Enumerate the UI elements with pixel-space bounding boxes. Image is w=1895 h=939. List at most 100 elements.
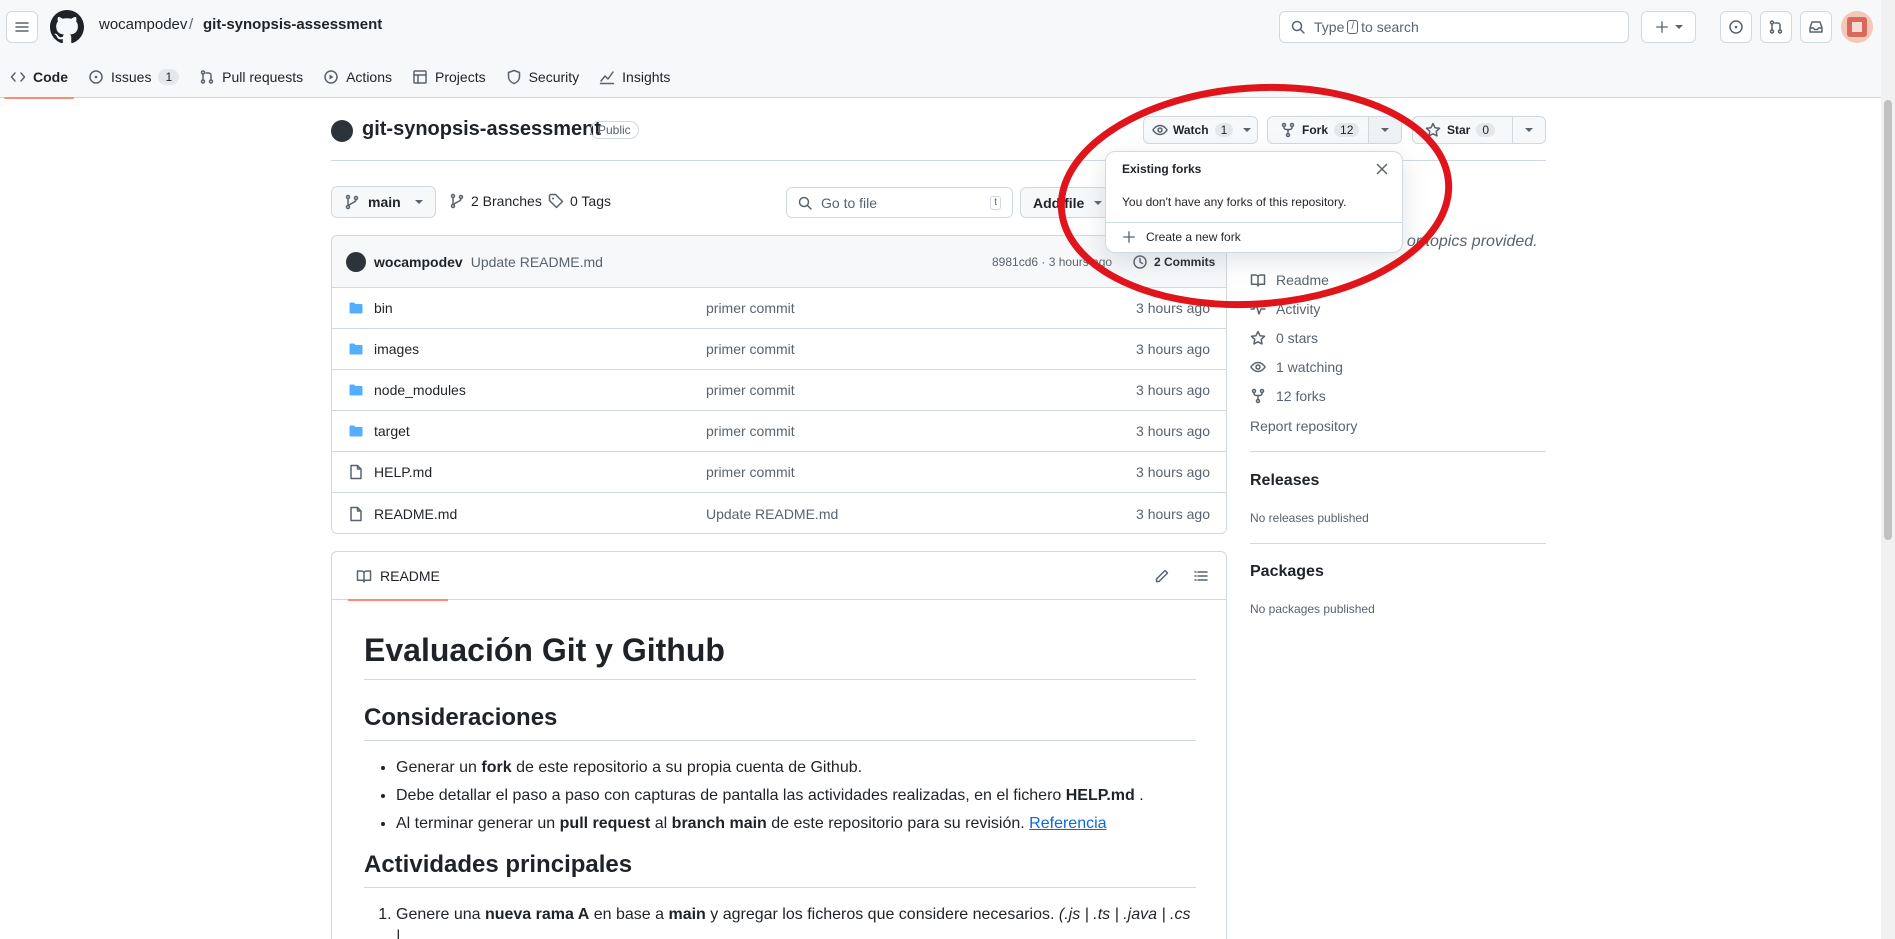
avatar[interactable] <box>1841 11 1873 43</box>
file-commit-message[interactable]: primer commit <box>706 300 795 316</box>
go-to-file-placeholder: Go to file <box>821 194 878 211</box>
tab-security-label: Security <box>528 69 580 85</box>
report-repository-link[interactable]: Report repository <box>1250 418 1357 434</box>
star-button[interactable]: Star 0 <box>1412 116 1513 144</box>
file-commit-message[interactable]: primer commit <box>706 382 795 398</box>
branches-link[interactable]: 2 Branches <box>449 193 542 209</box>
table-row[interactable]: images primer commit 3 hours ago <box>332 329 1226 370</box>
file-commit-date: 3 hours ago <box>1136 300 1210 316</box>
watch-button[interactable]: Watch 1 <box>1143 116 1258 144</box>
tab-actions-label: Actions <box>346 69 393 85</box>
add-file-button[interactable]: Add file <box>1020 187 1110 218</box>
search-icon <box>798 196 812 210</box>
search-input[interactable]: Type / to search <box>1279 11 1629 43</box>
caret-down-icon <box>1525 128 1533 132</box>
pull-request-icon <box>1769 20 1783 34</box>
commits-link[interactable]: 2 Commits <box>1132 254 1215 270</box>
outline-list-icon[interactable] <box>1193 568 1209 584</box>
star-count: 0 <box>1476 123 1496 137</box>
branch-icon <box>450 193 464 209</box>
file-icon <box>350 506 362 521</box>
dropdown-title: Existing forks <box>1122 162 1202 176</box>
referencia-link[interactable]: Referencia <box>1029 815 1106 832</box>
pencil-icon[interactable] <box>1154 568 1170 584</box>
file-name[interactable]: node_modules <box>374 382 466 398</box>
issues-count-badge: 1 <box>158 69 180 85</box>
branch-icon <box>345 194 359 210</box>
tab-issues[interactable]: Issues 1 <box>78 56 189 98</box>
menu-button[interactable] <box>6 11 38 43</box>
scrollbar-thumb[interactable] <box>1884 100 1892 540</box>
releases-heading[interactable]: Releases <box>1250 472 1319 490</box>
commit-hash-time[interactable]: 8981cd6 · 3 hours ago <box>992 255 1112 269</box>
issues-button[interactable] <box>1720 11 1752 43</box>
file-commit-message[interactable]: primer commit <box>706 464 795 480</box>
pull-request-icon <box>200 70 214 84</box>
pull-requests-button[interactable] <box>1760 11 1792 43</box>
caret-down-icon <box>1094 200 1103 205</box>
file-commit-date: 3 hours ago <box>1136 505 1210 522</box>
create-new-fork-button[interactable]: Create a new fork <box>1122 230 1241 244</box>
github-logo-icon[interactable] <box>50 10 84 44</box>
sidebar-item-label: 1 watching <box>1276 359 1343 375</box>
search-suffix: to search <box>1361 19 1419 35</box>
sidebar-divider <box>1250 543 1546 544</box>
eye-icon <box>1250 361 1266 373</box>
hamburger-icon <box>15 22 29 32</box>
tag-icon <box>548 193 564 209</box>
file-name[interactable]: bin <box>374 300 393 316</box>
table-row[interactable]: HELP.md primer commit 3 hours ago <box>332 452 1226 493</box>
caret-down-icon <box>1381 128 1389 132</box>
tab-projects[interactable]: Projects <box>402 56 496 98</box>
table-row[interactable]: bin primer commit 3 hours ago <box>332 288 1226 329</box>
file-name[interactable]: target <box>374 423 410 439</box>
sidebar-item-forks[interactable]: 12 forks <box>1250 388 1326 404</box>
sidebar-item-readme[interactable]: Readme <box>1250 272 1329 288</box>
file-commit-date: 3 hours ago <box>1136 382 1210 398</box>
file-commit-message[interactable]: Update README.md <box>706 506 838 522</box>
repo-owner-avatar[interactable] <box>331 120 353 142</box>
commit-author-avatar[interactable] <box>346 251 366 272</box>
create-new-button[interactable] <box>1641 11 1696 43</box>
sidebar-item-watching[interactable]: 1 watching <box>1250 359 1343 375</box>
tab-security[interactable]: Security <box>496 56 590 98</box>
table-row[interactable]: README.md Update README.md 3 hours ago <box>332 493 1226 533</box>
list-item: Generar un fork de este repositorio a su… <box>396 757 1196 779</box>
readme-bullet-list: Generar un fork de este repositorio a su… <box>364 757 1196 835</box>
go-to-file-input[interactable]: Go to file t <box>786 187 1013 218</box>
fork-button[interactable]: Fork 12 <box>1267 116 1369 144</box>
commit-message[interactable]: Update README.md <box>471 254 603 270</box>
readme-tab[interactable]: README <box>348 552 448 601</box>
tab-actions[interactable]: Actions <box>313 56 402 98</box>
shield-icon <box>507 69 520 85</box>
breadcrumb-repo[interactable]: git-synopsis-assessment <box>203 16 382 33</box>
table-row[interactable]: target primer commit 3 hours ago <box>332 411 1226 452</box>
commits-count: 2 Commits <box>1154 254 1216 269</box>
close-icon[interactable] <box>1376 163 1388 175</box>
breadcrumb-owner[interactable]: wocampodev <box>99 16 187 33</box>
tab-pull-requests[interactable]: Pull requests <box>189 56 313 98</box>
repo-title[interactable]: git-synopsis-assessment <box>362 118 601 141</box>
tags-link[interactable]: 0 Tags <box>548 193 611 209</box>
fork-dropdown-toggle[interactable] <box>1368 116 1402 144</box>
fork-count: 12 <box>1334 123 1360 137</box>
table-icon <box>413 70 427 84</box>
file-name[interactable]: README.md <box>374 506 457 522</box>
star-dropdown-toggle[interactable] <box>1512 116 1546 144</box>
fork-label: Fork <box>1302 123 1329 137</box>
table-row[interactable]: node_modules primer commit 3 hours ago <box>332 370 1226 411</box>
packages-heading[interactable]: Packages <box>1250 563 1324 581</box>
page-scrollbar[interactable] <box>1881 0 1895 939</box>
inbox-button[interactable] <box>1800 11 1832 43</box>
sidebar-item-stars[interactable]: 0 stars <box>1250 330 1318 346</box>
branch-selector[interactable]: main <box>331 186 436 218</box>
commit-author[interactable]: wocampodev <box>374 254 463 270</box>
file-icon <box>350 464 362 480</box>
file-commit-message[interactable]: primer commit <box>706 341 795 357</box>
file-name[interactable]: HELP.md <box>374 464 432 480</box>
tab-insights[interactable]: Insights <box>589 56 680 98</box>
file-name[interactable]: images <box>374 341 419 357</box>
sidebar-item-activity[interactable]: Activity <box>1250 301 1320 317</box>
tab-code[interactable]: Code <box>0 56 78 99</box>
file-commit-message[interactable]: primer commit <box>706 423 795 439</box>
